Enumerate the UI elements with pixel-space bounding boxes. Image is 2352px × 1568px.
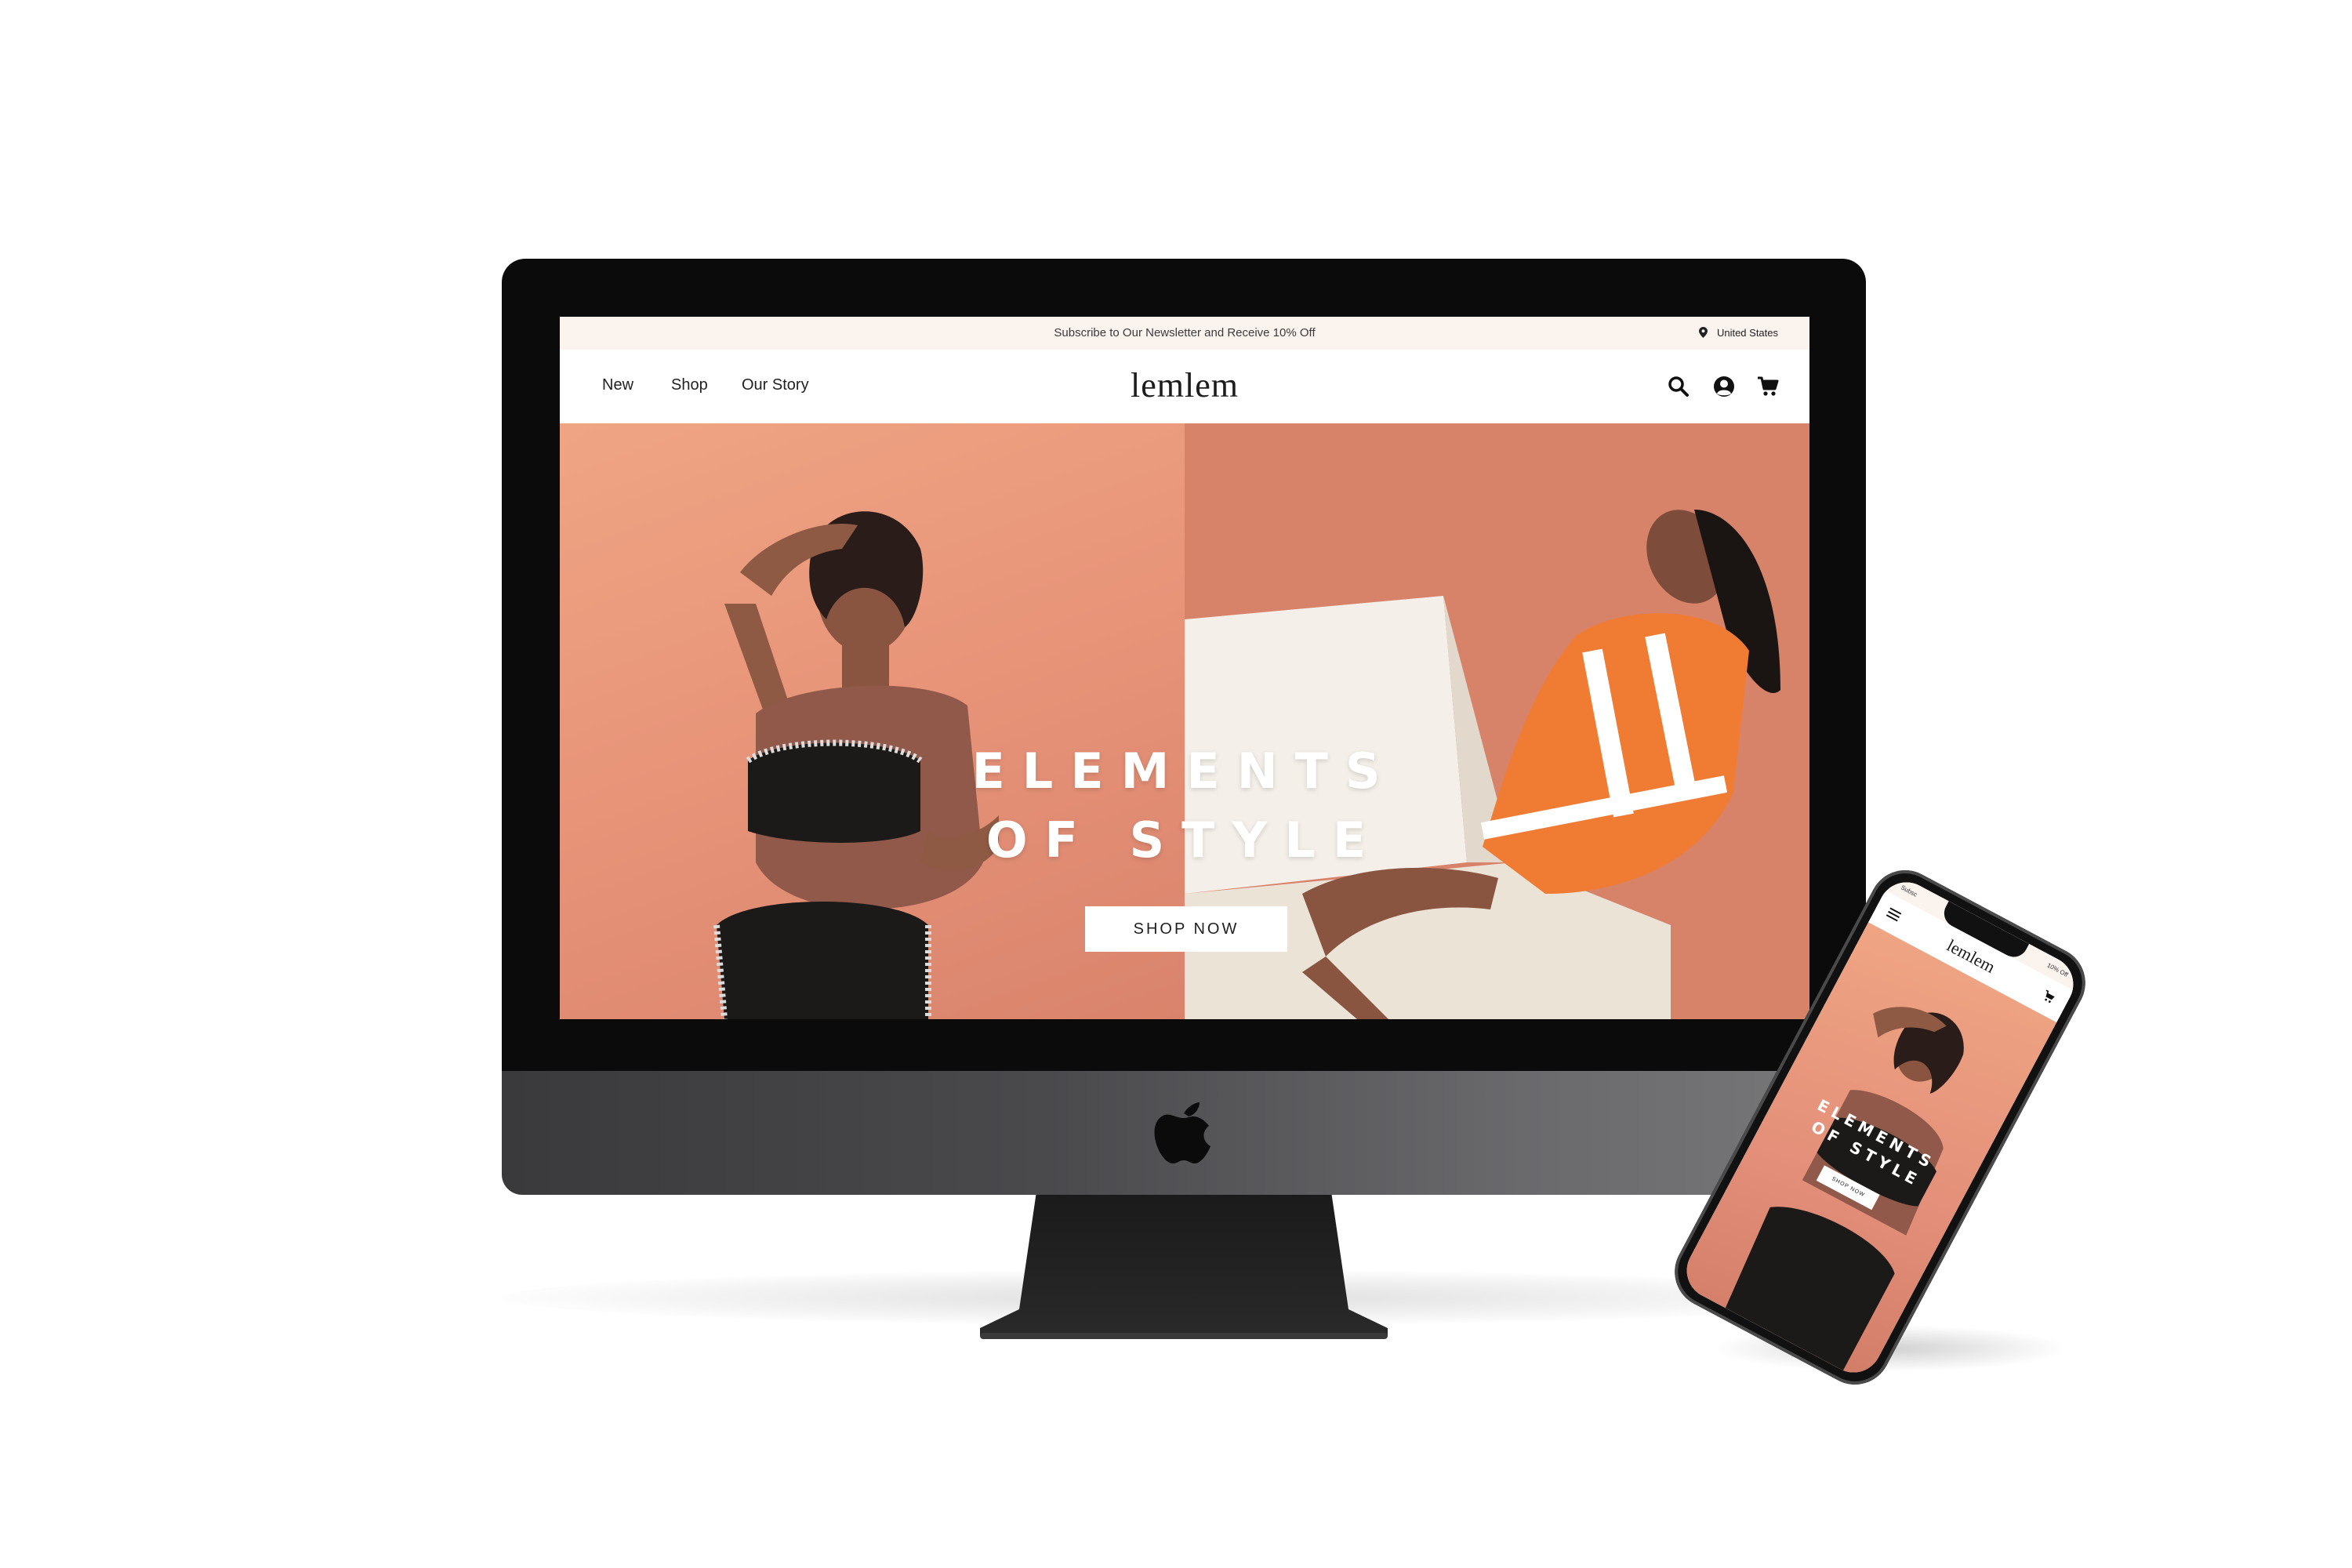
announcement-bar: Subscribe to Our Newsletter and Receive … — [560, 317, 1809, 350]
region-label: United States — [1716, 327, 1778, 339]
region-selector[interactable]: United States — [1698, 327, 1778, 339]
cart-icon[interactable] — [1756, 375, 1780, 398]
website-screen: Subscribe to Our Newsletter and Receive … — [560, 317, 1809, 1019]
mobile-announcement-left[interactable]: Subsc — [1900, 884, 1918, 898]
mobile-announcement-right[interactable]: 10% Off — [2046, 962, 2070, 978]
shop-now-button[interactable]: SHOP NOW — [1085, 906, 1287, 952]
newsletter-banner[interactable]: Subscribe to Our Newsletter and Receive … — [560, 326, 1809, 339]
hero-banner: ELEMENTS OF STYLE SHOP NOW — [560, 423, 1809, 1019]
location-pin-icon — [1698, 327, 1708, 338]
brand-logo[interactable]: lemlem — [560, 365, 1809, 405]
desktop-stand — [980, 1192, 1388, 1339]
hero-headline-line1: ELEMENTS — [971, 742, 1398, 800]
hero-headline: ELEMENTS OF STYLE — [560, 737, 1809, 875]
account-icon[interactable] — [1712, 375, 1736, 398]
main-nav: New Shop Our Story lemlem — [560, 350, 1809, 423]
search-icon[interactable] — [1667, 375, 1690, 398]
hero-headline-line2: OF STYLE — [985, 811, 1384, 869]
apple-logo-icon — [1154, 1102, 1210, 1163]
